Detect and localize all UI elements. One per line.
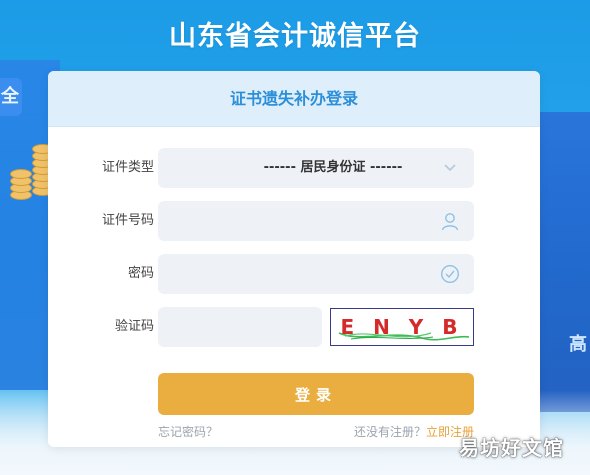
login-button[interactable]: 登录 — [158, 373, 474, 415]
background-left-char: 全 — [1, 86, 19, 107]
register-prompt: 还没有注册？立即注册 — [354, 423, 474, 440]
captcha-field-wrap — [158, 307, 322, 347]
card-title: 证书遗失补办登录 — [48, 71, 540, 127]
check-circle-icon — [440, 264, 460, 284]
login-card: 证书遗失补办登录 证件类型 ------ 居民身份证 ------ 证件号码 密… — [48, 71, 540, 447]
background-right-decoration — [538, 112, 590, 412]
captcha-text: E N Y B — [340, 315, 463, 339]
password-input[interactable] — [158, 254, 474, 294]
user-icon — [441, 213, 459, 231]
no-account-text: 还没有注册？ — [353, 425, 426, 439]
password-label: 密码 — [127, 266, 154, 281]
id-number-field-wrap — [158, 201, 474, 241]
captcha-input[interactable] — [158, 307, 322, 347]
captcha-row: 验证码 E N Y B — [48, 307, 540, 347]
background-right-char: 高 — [569, 334, 587, 355]
id-number-row: 证件号码 — [48, 201, 540, 241]
watermark: 易坊好文馆 — [459, 436, 564, 460]
id-type-label: 证件类型 — [101, 160, 154, 175]
captcha-image[interactable]: E N Y B — [330, 308, 474, 346]
chevron-down-icon — [444, 164, 456, 172]
id-number-label: 证件号码 — [101, 213, 154, 228]
password-field-wrap — [158, 254, 474, 294]
id-number-input[interactable] — [158, 201, 474, 241]
forgot-password-link[interactable]: 忘记密码？ — [158, 423, 218, 440]
password-row: 密码 — [48, 254, 540, 294]
footer-links: 忘记密码？ 还没有注册？立即注册 — [158, 423, 474, 441]
id-type-select[interactable]: ------ 居民身份证 ------ — [158, 148, 474, 188]
captcha-graphic: E N Y B — [338, 315, 470, 341]
site-title: 山东省会计诚信平台 — [169, 21, 421, 52]
id-type-row: 证件类型 ------ 居民身份证 ------ — [48, 148, 540, 188]
id-type-value: ------ 居民身份证 ------ — [263, 160, 403, 175]
captcha-label: 验证码 — [114, 319, 154, 334]
